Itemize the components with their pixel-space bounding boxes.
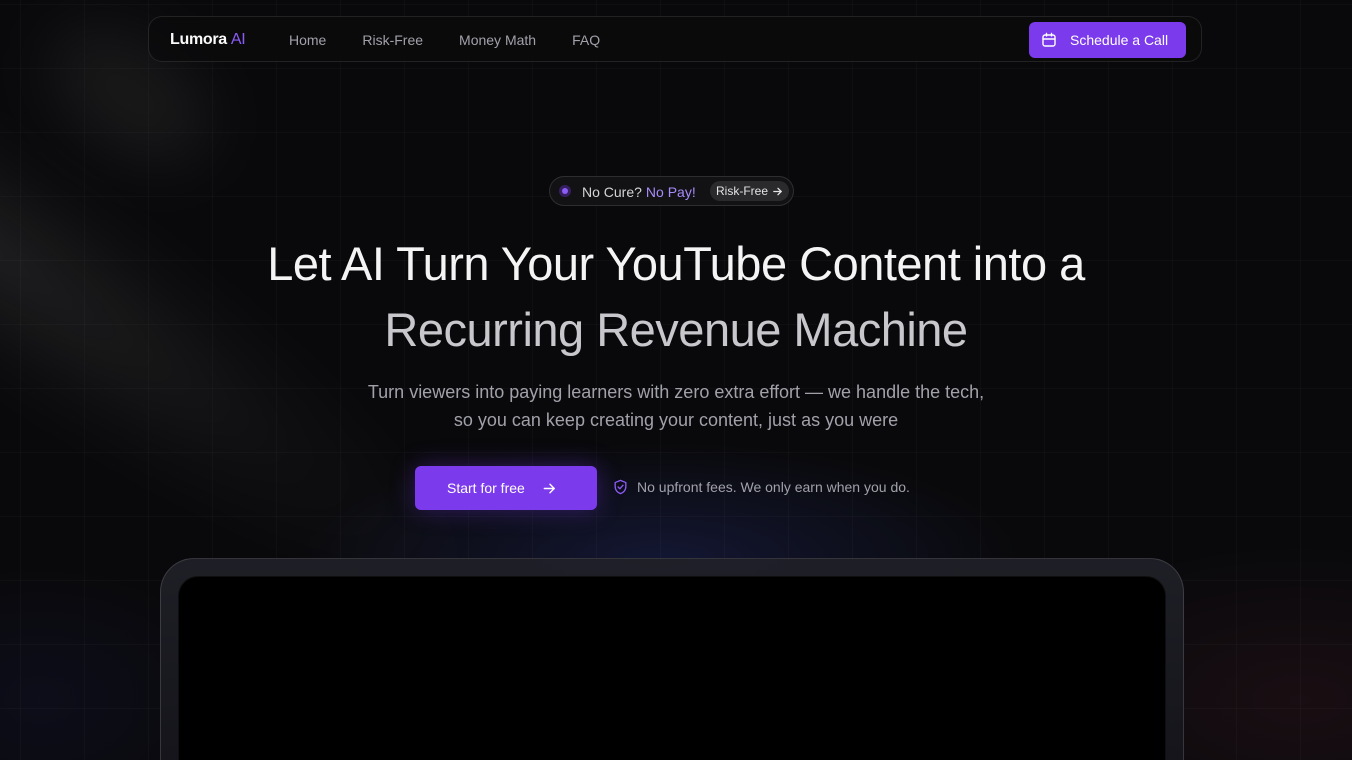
guarantee-text: No upfront fees. We only earn when you d… [637,479,910,495]
announcement-badge[interactable]: No Cure? No Pay! Risk-Free [549,176,794,206]
risk-free-pill-label: Risk-Free [715,184,768,198]
badge-text-accent: No Pay! [645,184,696,200]
hero-subtitle-line-2: so you can keep creating your content, j… [453,410,899,430]
badge-text-main: No Cure? [582,184,642,200]
hero-subtitle-line-1: Turn viewers into paying learners with z… [367,382,985,402]
risk-free-pill[interactable]: Risk-Free [709,181,789,201]
shield-check-icon [613,479,628,495]
nav-link-home[interactable]: Home [289,32,326,48]
calendar-icon [1041,32,1057,48]
badge-text: No Cure? No Pay! [582,184,696,200]
arrow-right-icon [542,481,557,496]
start-for-free-label: Start for free [447,480,525,496]
nav-link-faq[interactable]: FAQ [572,32,600,48]
status-dot-icon [559,185,571,197]
landing-page: Lumora AI Home Risk-Free Money Math FAQ S… [0,0,1352,760]
brand-logo[interactable]: Lumora AI [170,31,246,49]
start-for-free-button[interactable]: Start for free [415,466,597,510]
arrow-right-icon [772,186,783,197]
nav-link-money-math[interactable]: Money Math [459,32,536,48]
logo-accent: AI [230,31,246,48]
product-preview-frame [160,558,1184,760]
hero-headline-line-2: Recurring Revenue Machine [384,303,968,356]
product-preview-screen[interactable] [178,576,1166,760]
logo-wordmark: Lumora [170,31,227,48]
top-navbar: Lumora AI Home Risk-Free Money Math FAQ S… [148,16,1202,62]
nav-links: Home Risk-Free Money Math FAQ [289,32,636,48]
schedule-call-button[interactable]: Schedule a Call [1029,22,1186,58]
schedule-call-label: Schedule a Call [1070,32,1169,48]
guarantee-note: No upfront fees. We only earn when you d… [613,479,910,495]
hero-headline-line-1: Let AI Turn Your YouTube Content into a [267,237,1085,290]
nav-link-risk-free[interactable]: Risk-Free [362,32,423,48]
